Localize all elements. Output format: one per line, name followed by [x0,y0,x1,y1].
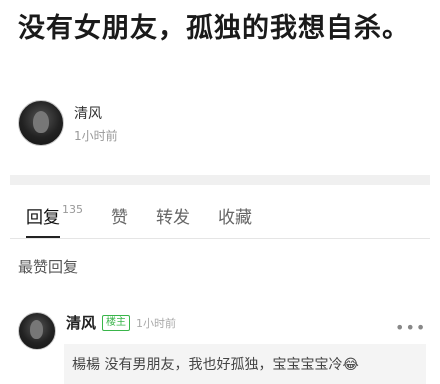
reply-avatar[interactable] [18,312,56,350]
author-avatar[interactable] [18,100,64,146]
reply-time: 1小时前 [136,316,177,330]
author-name[interactable]: 清风 [74,103,118,123]
tab-reposts[interactable]: 转发 [156,203,190,228]
tab-likes[interactable]: 赞 [111,203,128,228]
tab-replies-count: 135 [62,203,83,216]
tab-favorites[interactable]: 收藏 [218,203,252,228]
post-title: 没有女朋友，孤独的我想自杀。 [18,13,410,44]
post-author[interactable]: 清风 1小时前 [18,100,118,146]
tab-replies-label: 回复 [26,208,60,228]
reply-author-name[interactable]: 清风 [66,312,96,333]
section-divider [10,175,430,185]
op-badge: 楼主 [102,314,131,331]
post-time: 1小时前 [74,128,118,143]
tabs-divider [10,238,430,239]
tab-bar: 回复 135 赞 转发 收藏 [26,203,280,238]
tab-replies[interactable]: 回复 135 [26,203,83,238]
top-replies-heading: 最赞回复 [18,258,79,276]
more-options-icon[interactable]: ••• [395,318,426,337]
reply-text: 楊楊 没有男朋友，我也好孤独，宝宝宝宝冷😂 [64,344,426,384]
